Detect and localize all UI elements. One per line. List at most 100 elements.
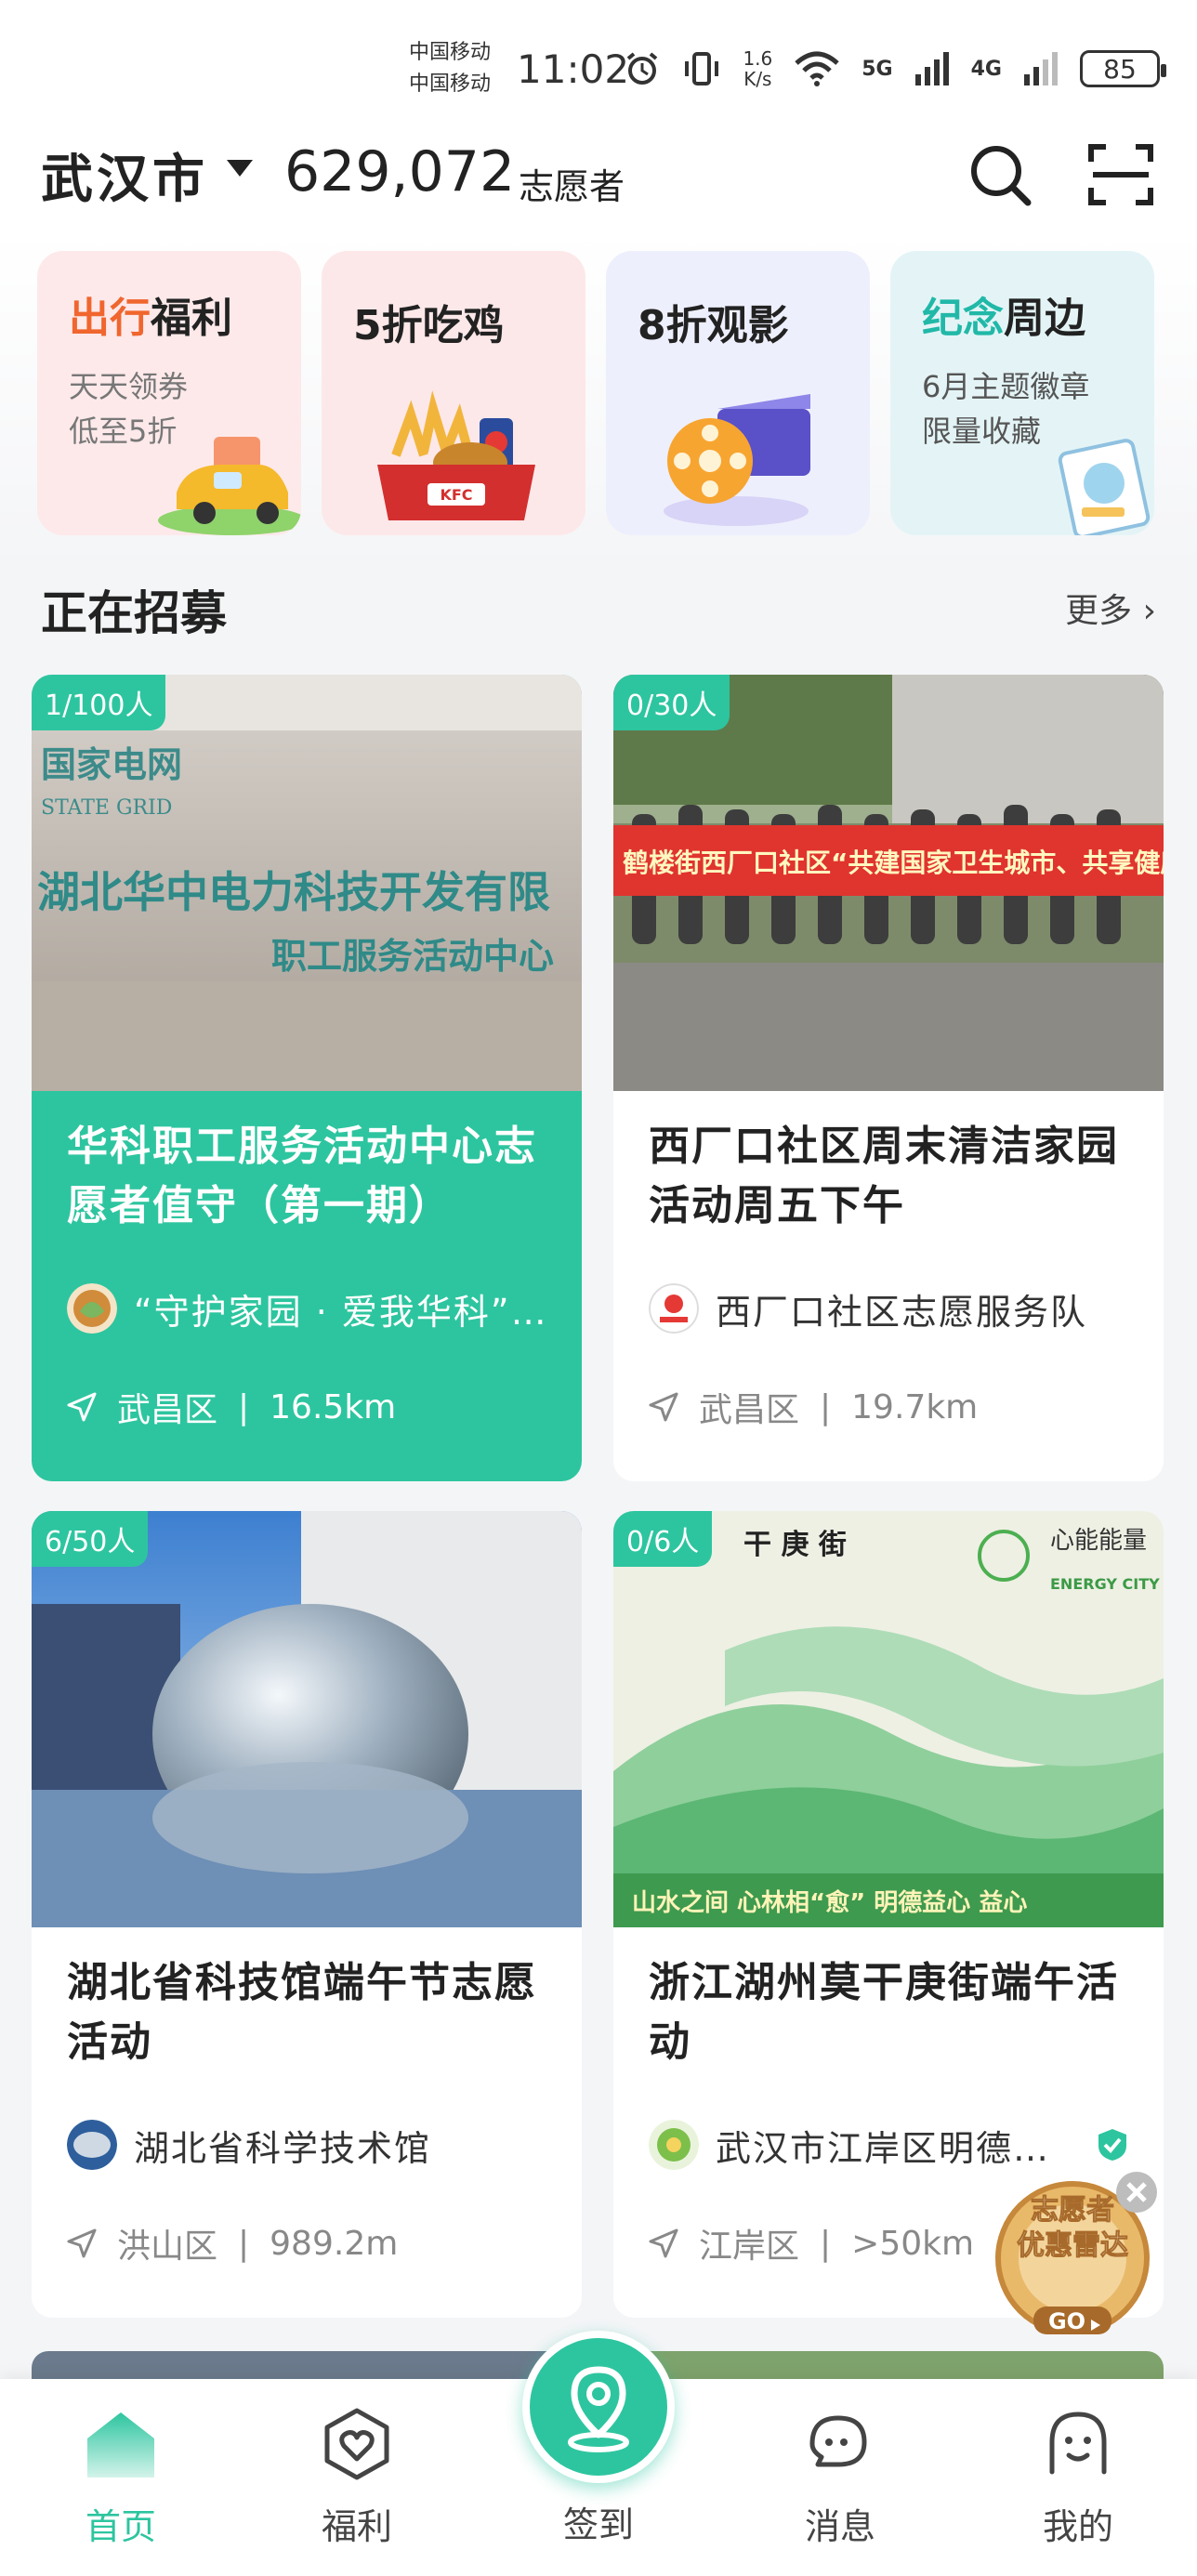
distance: 16.5km — [270, 1387, 397, 1426]
street-group-image: 鹤楼街西厂口社区“共建国家卫生城市、共享健康文明武昌”清洁 — [613, 675, 1164, 1091]
activity-photo: 国家电网 STATE GRID 湖北华中电力科技开发有限 职工服务活动中心 — [32, 675, 582, 1091]
activity-title: 浙江湖州莫干庚街端午活动 — [649, 1959, 1119, 2066]
top-header: 武汉市 629,072 志愿者 — [0, 130, 1197, 232]
navigation-arrow-icon — [67, 1392, 97, 1422]
heart-shield-icon — [324, 2408, 389, 2480]
city-selector[interactable]: 武汉市 — [41, 138, 208, 213]
location-divider: | — [820, 2224, 832, 2263]
carrier-2: 中国移动 — [409, 72, 492, 96]
promo-chicken[interactable]: 5折吃鸡 KFC — [322, 251, 585, 535]
checkin-label: 签到 — [562, 2504, 634, 2545]
volunteer-label: 志愿者 — [519, 166, 625, 207]
chevron-right-icon: › — [1142, 592, 1156, 630]
location: 武昌区 | 16.5km — [67, 1383, 396, 1431]
organizer-name: 武汉市江岸区明德益心志愿服务队 — [716, 2127, 1078, 2169]
promo-merch[interactable]: 纪念周边 6月主题徽章 限量收藏 — [890, 251, 1154, 535]
activity-photo: 干 庚 街 心能能量 ENERGY CITY 山水之间 心林相“愈” 明德益心 … — [613, 1511, 1164, 1927]
navigation-arrow-icon — [649, 1392, 678, 1422]
navigation-arrow-icon — [67, 2228, 97, 2258]
radar-go: GO — [1048, 2308, 1085, 2334]
chat-bubbles-icon — [809, 2415, 867, 2467]
location-pin-icon — [568, 2366, 629, 2452]
organizer: 湖北省科学技术馆 — [67, 2119, 559, 2171]
activity-card[interactable]: 6/50人 湖北省科技馆端午节志愿活动 湖北省科学技术馆 洪山区 | 989.2… — [32, 1511, 582, 2318]
vibrate-icon — [685, 52, 719, 85]
tab-benefits[interactable]: 福利 — [273, 2379, 441, 2576]
promo-merch-title-accent: 纪念 — [922, 295, 1004, 342]
navigation-arrow-icon — [649, 2228, 678, 2258]
volunteer-count: 629,072 — [284, 139, 516, 204]
photo-text: 职工服务活动中心 — [271, 936, 554, 977]
tab-home-label: 首页 — [85, 2506, 156, 2547]
photo-text: 国家电网 — [41, 744, 182, 785]
promo-chicken-title: 5折吃鸡 — [353, 302, 505, 349]
quota-badge: 0/30人 — [613, 675, 730, 730]
caret-down-icon[interactable] — [227, 160, 253, 177]
district: 武昌区 — [117, 1391, 218, 1429]
promo-strip: 出行福利 天天领券 低至5折 5折吃鸡 KFC 8折观影 纪念周边 6月主题徽章… — [0, 232, 1197, 567]
quota-badge: 0/6人 — [613, 1511, 713, 1567]
event-poster-image: 干 庚 街 心能能量 ENERGY CITY 山水之间 心林相“愈” 明德益心 … — [613, 1511, 1164, 1927]
promo-travel-title-rest: 福利 — [151, 295, 232, 342]
badge-sticker-icon — [1058, 439, 1151, 535]
distance: >50km — [851, 2224, 975, 2263]
activity-card[interactable]: 鹤楼街西厂口社区“共建国家卫生城市、共享健康文明武昌”清洁 0/30人 西厂口社… — [613, 675, 1164, 1481]
tab-profile[interactable]: 我的 — [994, 2379, 1162, 2576]
district: 江岸区 — [699, 2228, 800, 2266]
organizer-avatar — [649, 1283, 699, 1334]
scan-icon[interactable] — [1085, 139, 1156, 210]
promo-travel[interactable]: 出行福利 天天领券 低至5折 — [37, 251, 301, 535]
close-icon[interactable] — [1113, 2169, 1160, 2215]
search-icon[interactable] — [965, 139, 1035, 210]
tab-benefits-label: 福利 — [321, 2506, 392, 2547]
location: 洪山区 | 989.2m — [67, 2219, 398, 2267]
organizer: 西厂口社区志愿服务队 — [649, 1282, 1141, 1334]
photo-text: 湖北华中电力科技开发有限 — [37, 867, 550, 917]
activity-title: 华科职工服务活动中心志愿者值守（第一期） — [67, 1123, 537, 1229]
photo-text: 干 庚 街 — [743, 1529, 847, 1561]
activity-title: 湖北省科技馆端午节志愿活动 — [67, 1959, 537, 2066]
wifi-icon — [795, 51, 839, 86]
organizer-avatar — [649, 2120, 699, 2170]
distance: 989.2m — [270, 2224, 399, 2263]
tab-messages-label: 消息 — [804, 2506, 875, 2547]
radar-line-2: 优惠雷达 — [1017, 2229, 1128, 2262]
checkin-button[interactable] — [522, 2331, 675, 2483]
organizer-avatar — [67, 1283, 117, 1334]
location: 江岸区 | >50km — [649, 2219, 974, 2267]
discount-radar-badge[interactable]: 志愿者 优惠雷达 GO — [993, 2167, 1160, 2335]
net-speed-unit: K/s — [743, 68, 772, 90]
activity-card[interactable]: 国家电网 STATE GRID 湖北华中电力科技开发有限 职工服务活动中心 1/… — [32, 675, 582, 1481]
tab-messages[interactable]: 消息 — [756, 2379, 924, 2576]
more-link[interactable]: 更多 › — [1065, 584, 1156, 632]
tab-home[interactable]: 首页 — [37, 2379, 204, 2576]
verified-icon — [1098, 2129, 1126, 2161]
promo-travel-title-accent: 出行 — [69, 295, 151, 342]
net-speed-value: 1.6 — [743, 47, 773, 70]
location: 武昌区 | 19.7km — [649, 1383, 978, 1431]
organizer-name: 湖北省科学技术馆 — [134, 2127, 432, 2169]
quota-badge: 1/100人 — [32, 675, 166, 730]
location-divider: | — [820, 1387, 832, 1426]
promo-movie[interactable]: 8折观影 — [606, 251, 870, 535]
promo-travel-title: 出行福利 — [69, 284, 232, 344]
status-bar: 中国移动 中国移动 11:02 1.6 K/s 5G 4G 85 — [0, 0, 1197, 139]
promo-movie-title: 8折观影 — [638, 302, 789, 349]
carrier-1: 中国移动 — [409, 41, 492, 64]
photo-text: 鹤楼街西厂口社区“共建国家卫生城市、共享健康文明武昌”清洁 — [623, 848, 1164, 878]
science-museum-image — [32, 1511, 582, 1927]
activity-photo: 鹤楼街西厂口社区“共建国家卫生城市、共享健康文明武昌”清洁 — [613, 675, 1164, 1091]
signal-icon-2 — [1024, 52, 1058, 85]
organizer-name: 西厂口社区志愿服务队 — [716, 1291, 1088, 1333]
car-icon — [158, 437, 301, 535]
network-5g: 5G — [862, 57, 893, 81]
district: 洪山区 — [117, 2228, 218, 2266]
status-time: 11:02 — [517, 46, 630, 92]
network-4g: 4G — [970, 57, 1002, 81]
film-reel-icon — [664, 394, 810, 526]
organizer-avatar — [67, 2120, 117, 2170]
section-title: 正在招募 — [41, 586, 227, 640]
fried-chicken-icon: KFC — [377, 390, 535, 520]
alarm-icon — [627, 52, 658, 85]
radar-line-1: 志愿者 — [1031, 2194, 1114, 2227]
